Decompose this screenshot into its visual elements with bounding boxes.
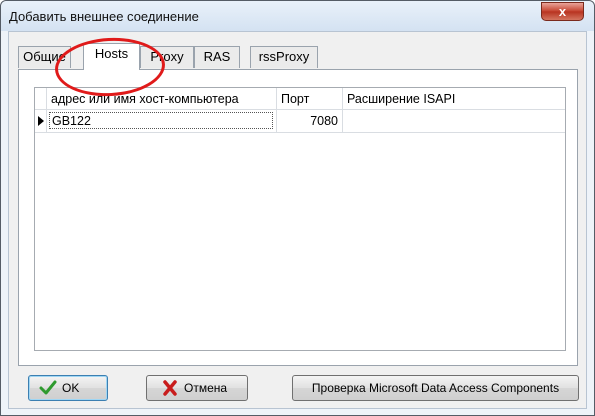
port-cell-value: 7080 [310,114,338,128]
table-row-host-cell[interactable]: GB122 [47,110,277,133]
column-header-port-label: Порт [281,92,310,106]
cancel-button[interactable]: Отмена [146,375,248,401]
cancel-button-label: Отмена [184,381,228,395]
tab-ras-label: RAS [203,49,231,64]
tab-ras[interactable]: RAS [194,46,240,68]
check-mdac-button[interactable]: Проверка Microsoft Data Access Component… [292,375,579,401]
column-header-port[interactable]: Порт [277,88,343,110]
current-row-arrow-icon [38,116,44,126]
close-button[interactable]: x [541,2,584,21]
table-row-port-cell[interactable]: 7080 [277,110,343,133]
cancel-x-icon [163,380,177,396]
checkmark-icon [39,380,57,395]
host-cell-value: GB122 [49,112,273,129]
check-mdac-button-label: Проверка Microsoft Data Access Component… [311,381,560,395]
ok-button-label: OK [62,381,80,395]
close-icon: x [558,4,567,19]
row-indicator-header [35,88,47,110]
ok-button[interactable]: OK [28,375,108,401]
tab-rssproxy[interactable]: rssProxy [250,46,318,68]
column-header-isapi-label: Расширение ISAPI [347,92,456,106]
title-bar: Добавить внешнее соединение x [1,1,594,31]
column-header-isapi[interactable]: Расширение ISAPI [343,88,565,110]
row-indicator[interactable] [35,110,47,133]
column-header-host-label: адрес или имя хост-компьютера [51,92,239,106]
window-title: Добавить внешнее соединение [9,9,199,24]
tab-rssproxy-label: rssProxy [258,49,310,64]
hosts-grid[interactable]: адрес или имя хост-компьютера Порт Расши… [34,87,566,351]
table-row-isapi-cell[interactable] [343,110,565,133]
